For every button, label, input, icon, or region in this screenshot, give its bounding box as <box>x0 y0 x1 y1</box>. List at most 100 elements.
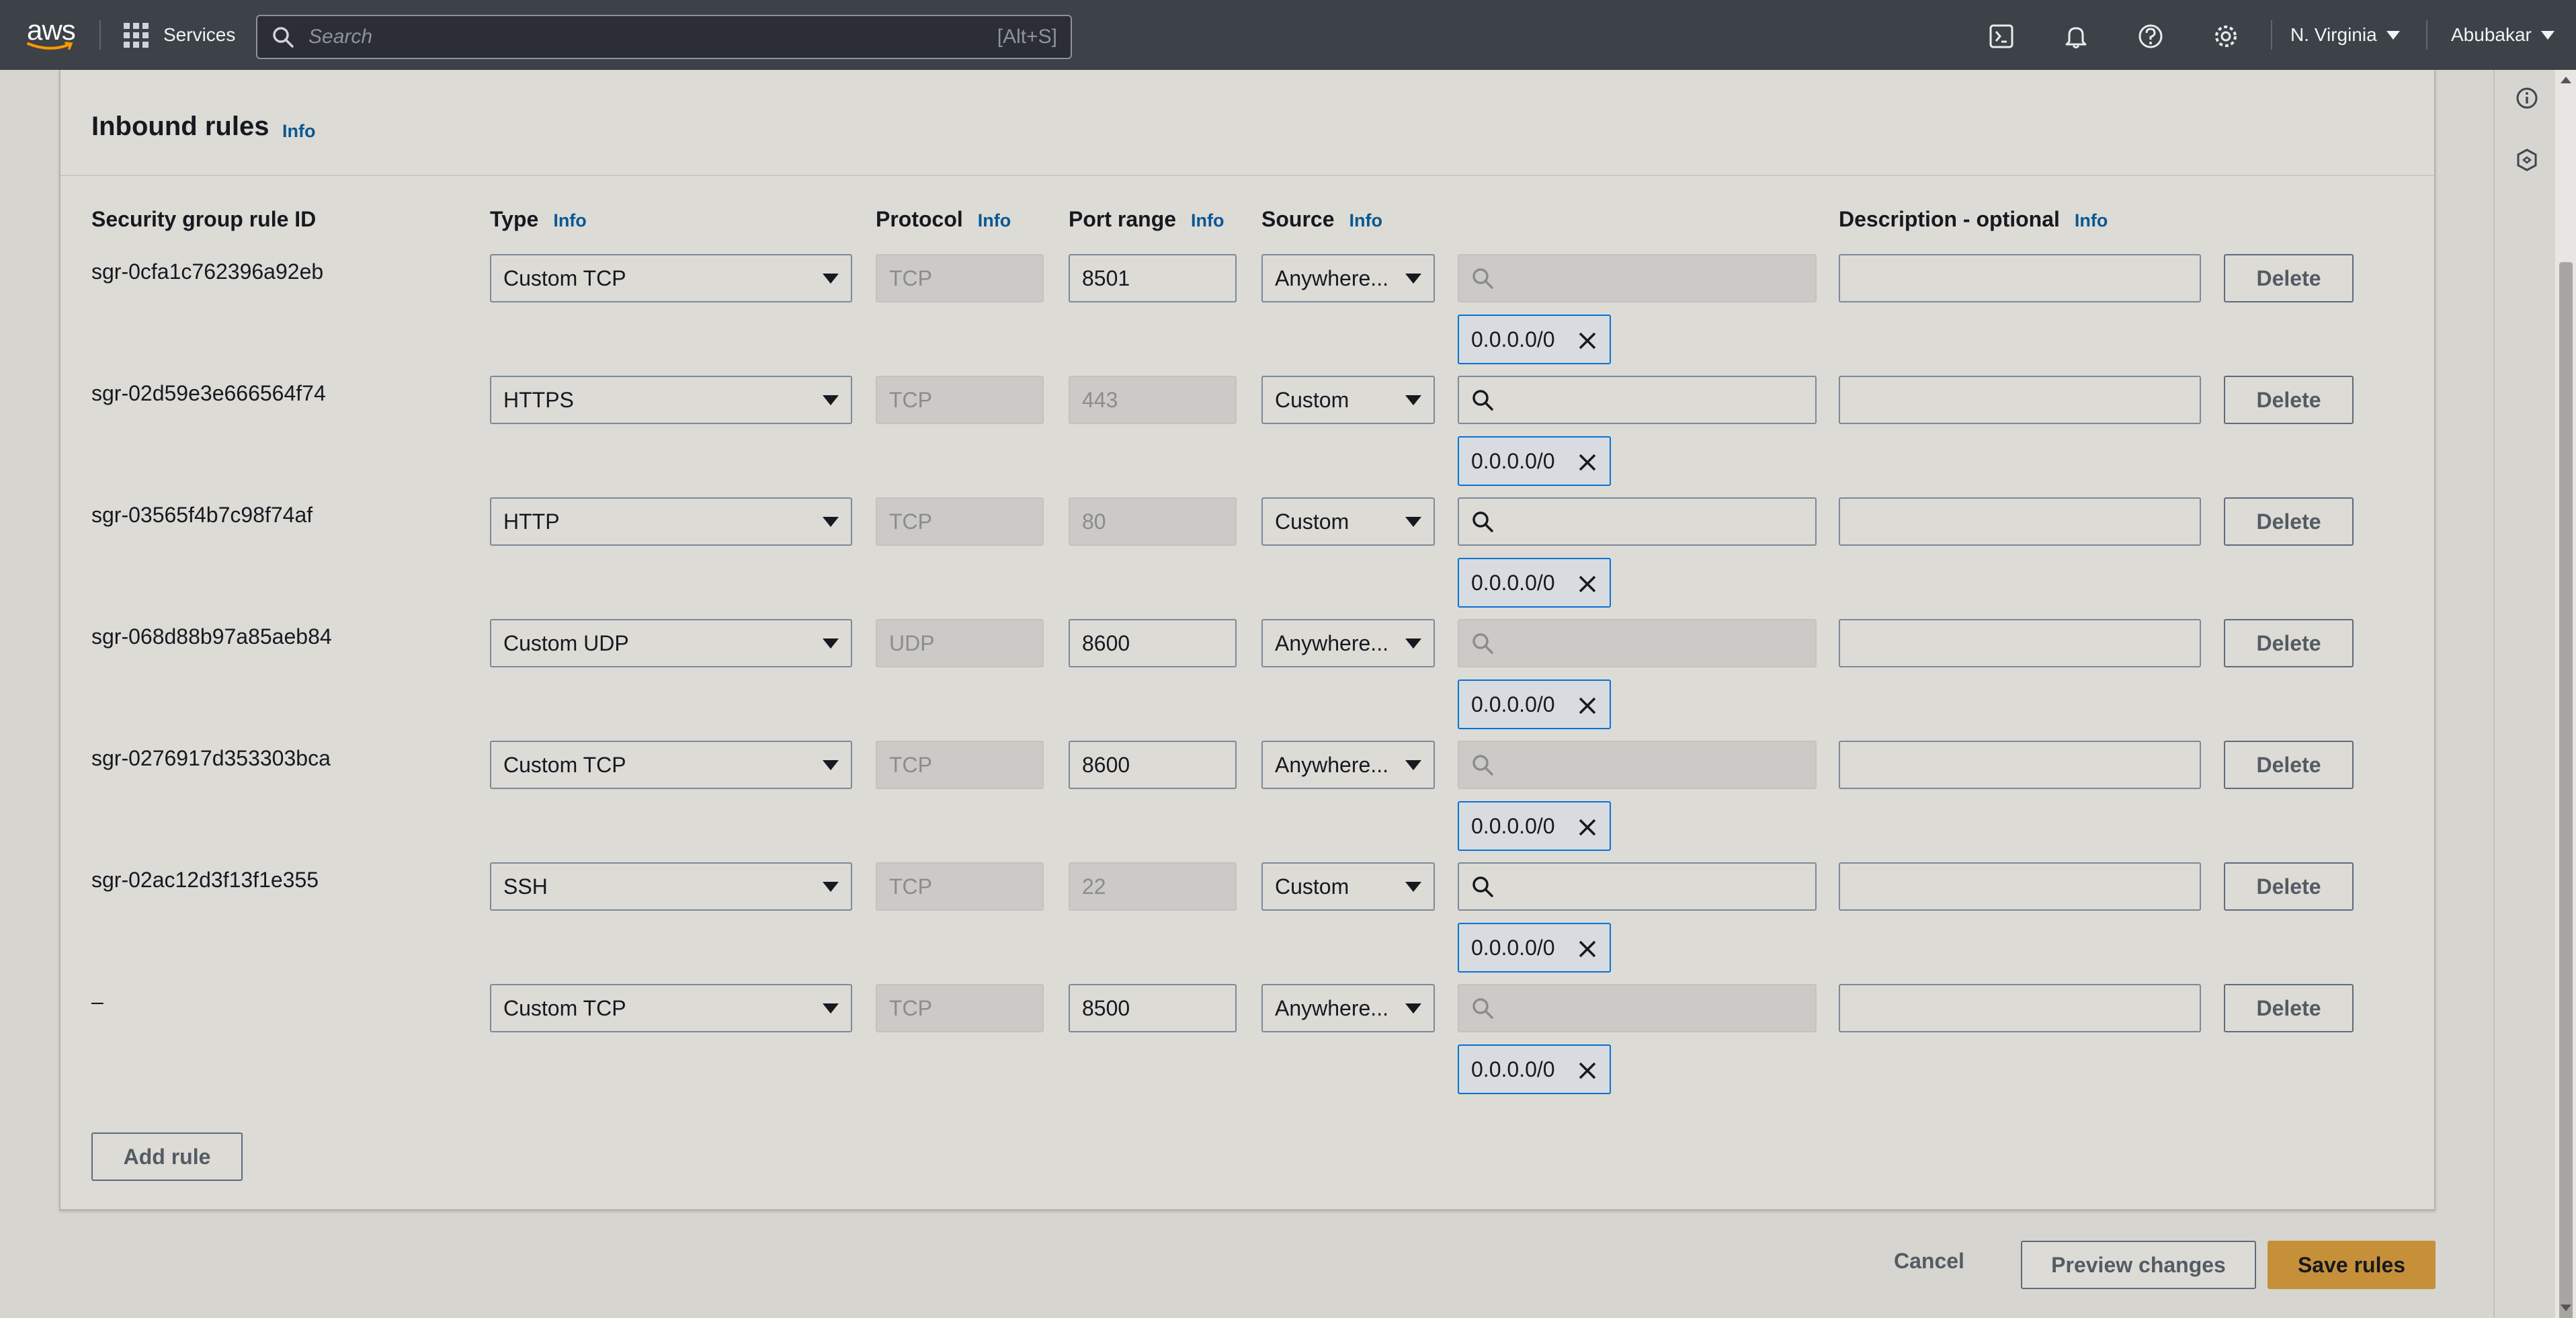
port-range-input[interactable]: 8600 <box>1069 741 1237 789</box>
account-menu[interactable]: Abubakar <box>2451 24 2554 46</box>
help-panel-hexagon-icon[interactable] <box>2515 148 2539 172</box>
source-select[interactable]: Custom <box>1261 862 1435 911</box>
cidr-search-input <box>1458 619 1817 667</box>
cloudshell-icon[interactable] <box>1988 23 2015 50</box>
remove-token-close-icon[interactable] <box>1577 817 1597 837</box>
cidr-token: 0.0.0.0/0 <box>1458 801 1611 851</box>
type-select[interactable]: SSH <box>490 862 852 911</box>
source-info-link[interactable]: Info <box>1349 210 1382 231</box>
page-scrollbar[interactable] <box>2555 70 2576 1318</box>
add-rule-button[interactable]: Add rule <box>91 1132 243 1181</box>
description-input[interactable] <box>1839 619 2201 667</box>
search-icon <box>1472 390 1493 411</box>
remove-token-close-icon[interactable] <box>1577 331 1597 351</box>
delete-rule-button[interactable]: Delete <box>2224 862 2354 911</box>
cidr-search-input <box>1458 741 1817 789</box>
column-header-type: Type Info <box>490 207 587 231</box>
caret-down-icon <box>823 516 839 527</box>
save-rules-button[interactable]: Save rules <box>2268 1241 2436 1289</box>
cidr-search-input[interactable] <box>1458 376 1817 424</box>
caret-down-icon <box>823 638 839 649</box>
region-selector[interactable]: N. Virginia <box>2290 24 2400 46</box>
cidr-token: 0.0.0.0/0 <box>1458 436 1611 486</box>
description-input[interactable] <box>1839 984 2201 1032</box>
description-input[interactable] <box>1839 862 2201 911</box>
type-select[interactable]: HTTPS <box>490 376 852 424</box>
caret-down-icon <box>823 881 839 892</box>
notifications-bell-icon[interactable] <box>2063 23 2089 50</box>
delete-rule-button[interactable]: Delete <box>2224 254 2354 302</box>
type-select[interactable]: HTTP <box>490 497 852 546</box>
description-input[interactable] <box>1839 376 2201 424</box>
search-icon <box>1472 633 1493 654</box>
rule-id: sgr-0276917d353303bca <box>91 746 331 770</box>
column-header-port-range: Port range Info <box>1069 207 1224 231</box>
source-select[interactable]: Anywhere... <box>1261 741 1435 789</box>
chevron-down-icon <box>2540 30 2554 40</box>
rule-id: sgr-0cfa1c762396a92eb <box>91 259 324 284</box>
cidr-token: 0.0.0.0/0 <box>1458 1044 1611 1094</box>
cidr-token-value: 0.0.0.0/0 <box>1471 692 1555 716</box>
services-menu[interactable]: Services <box>124 20 235 50</box>
aws-logo-text: aws <box>27 14 76 46</box>
port-range-input: 22 <box>1069 862 1237 911</box>
caret-down-icon <box>823 1003 839 1014</box>
account-label: Abubakar <box>2451 24 2532 45</box>
preview-changes-button[interactable]: Preview changes <box>2021 1241 2256 1289</box>
delete-rule-button[interactable]: Delete <box>2224 741 2354 789</box>
protocol-field: TCP <box>876 984 1044 1032</box>
source-select[interactable]: Anywhere... <box>1261 984 1435 1032</box>
search-icon <box>1472 268 1493 289</box>
caret-down-icon <box>1405 759 1421 770</box>
panel-header: Inbound rules Info <box>60 70 2434 176</box>
source-select[interactable]: Anywhere... <box>1261 254 1435 302</box>
description-input[interactable] <box>1839 254 2201 302</box>
cidr-search-input[interactable] <box>1458 497 1817 546</box>
nav-divider <box>2271 20 2272 50</box>
scroll-down-arrow-icon[interactable] <box>2561 1305 2571 1311</box>
description-input[interactable] <box>1839 741 2201 789</box>
source-select[interactable]: Custom <box>1261 497 1435 546</box>
panel-info-link[interactable]: Info <box>282 121 315 142</box>
search-shortcut: [Alt+S] <box>997 26 1057 48</box>
remove-token-close-icon[interactable] <box>1577 452 1597 472</box>
scroll-up-arrow-icon[interactable] <box>2561 77 2571 83</box>
type-select[interactable]: Custom UDP <box>490 619 852 667</box>
type-select[interactable]: Custom TCP <box>490 254 852 302</box>
rule-id: sgr-02ac12d3f13f1e355 <box>91 868 319 892</box>
delete-rule-button[interactable]: Delete <box>2224 984 2354 1032</box>
rule-id: sgr-068d88b97a85aeb84 <box>91 624 332 649</box>
port-range-input[interactable]: 8500 <box>1069 984 1237 1032</box>
port-range-input[interactable]: 8501 <box>1069 254 1237 302</box>
tools-rail <box>2493 70 2555 1318</box>
type-info-link[interactable]: Info <box>553 210 586 231</box>
caret-down-icon <box>823 395 839 405</box>
cidr-search-input[interactable] <box>1458 862 1817 911</box>
remove-token-close-icon[interactable] <box>1577 1061 1597 1081</box>
remove-token-close-icon[interactable] <box>1577 939 1597 959</box>
description-info-link[interactable]: Info <box>2075 210 2108 231</box>
scroll-thumb[interactable] <box>2559 262 2573 1318</box>
info-panel-icon[interactable] <box>2515 86 2539 110</box>
source-select[interactable]: Anywhere... <box>1261 619 1435 667</box>
protocol-info-link[interactable]: Info <box>978 210 1011 231</box>
cidr-token: 0.0.0.0/0 <box>1458 558 1611 608</box>
settings-gear-icon[interactable] <box>2212 23 2239 50</box>
aws-logo[interactable]: aws <box>27 14 76 54</box>
port-range-input[interactable]: 8600 <box>1069 619 1237 667</box>
column-header-rule-id: Security group rule ID <box>91 207 317 231</box>
search-bar[interactable]: Search [Alt+S] <box>256 15 1072 59</box>
search-icon <box>1472 511 1493 532</box>
type-select[interactable]: Custom TCP <box>490 984 852 1032</box>
remove-token-close-icon[interactable] <box>1577 574 1597 594</box>
delete-rule-button[interactable]: Delete <box>2224 497 2354 546</box>
delete-rule-button[interactable]: Delete <box>2224 376 2354 424</box>
port-range-info-link[interactable]: Info <box>1191 210 1224 231</box>
remove-token-close-icon[interactable] <box>1577 696 1597 716</box>
description-input[interactable] <box>1839 497 2201 546</box>
source-select[interactable]: Custom <box>1261 376 1435 424</box>
delete-rule-button[interactable]: Delete <box>2224 619 2354 667</box>
type-select[interactable]: Custom TCP <box>490 741 852 789</box>
cancel-button[interactable]: Cancel <box>1894 1249 1964 1274</box>
help-icon[interactable] <box>2137 23 2164 50</box>
